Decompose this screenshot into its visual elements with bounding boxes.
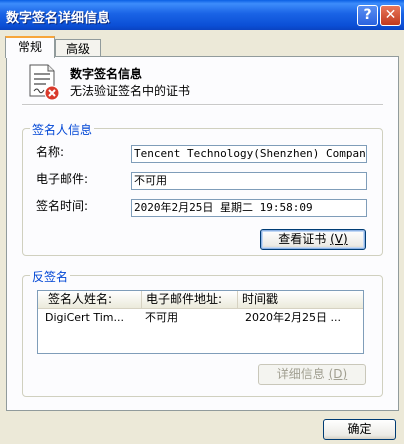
ok-button[interactable]: 确定 [323,419,396,440]
name-field[interactable]: Tencent Technology(Shenzhen) Company L: [131,145,367,163]
details-button[interactable]: 详细信息 (D) [258,364,366,385]
email-field[interactable]: 不可用 [131,172,367,190]
row-signer-name: DigiCert Tim... [45,311,124,324]
details-accesskey: (D) [328,367,348,381]
row-timestamp: 2020年2月25日 ... [245,311,341,324]
verification-status-text: 无法验证签名中的证书 [70,84,191,98]
countersignature-group-title: 反签名 [30,268,71,285]
name-label: 名称: [36,145,65,159]
close-button[interactable]: ✕ [380,5,401,26]
column-signer-name[interactable]: 签名人姓名: [38,291,142,309]
column-timestamp[interactable]: 时间戳 [238,291,363,309]
column-email-address[interactable]: 电子邮件地址: [142,291,238,309]
view-certificate-button[interactable]: 查看证书 (V) [260,229,366,250]
signing-time-field[interactable]: 2020年2月25日 星期二 19:58:09 [131,199,367,217]
signing-time-label: 签名时间: [36,199,89,213]
header-separator [22,104,383,106]
tab-general[interactable]: 常规 [5,36,55,58]
view-certificate-label: 查看证书 [278,232,327,246]
email-label: 电子邮件: [36,172,89,186]
details-label: 详细信息 [276,367,325,381]
signature-info-title: 数字签名信息 [70,67,143,81]
help-button[interactable]: ? [357,5,378,26]
countersignature-list[interactable]: 签名人姓名: 电子邮件地址: 时间戳 DigiCert Tim... 不可用 2… [37,290,364,354]
signer-info-group-title: 签名人信息 [30,121,95,138]
list-header: 签名人姓名: 电子邮件地址: 时间戳 [38,291,363,309]
view-certificate-accesskey: (V) [330,232,348,246]
window-title: 数字签名详细信息 [6,11,111,26]
dialog-window: 数字签名详细信息 ? ✕ 常规 高级 数字签名信息 无法验证签名中的证书 签名人… [0,0,404,444]
title-bar[interactable]: 数字签名详细信息 ? ✕ [0,0,404,30]
row-email: 不可用 [145,311,178,324]
certificate-error-icon [29,64,60,101]
